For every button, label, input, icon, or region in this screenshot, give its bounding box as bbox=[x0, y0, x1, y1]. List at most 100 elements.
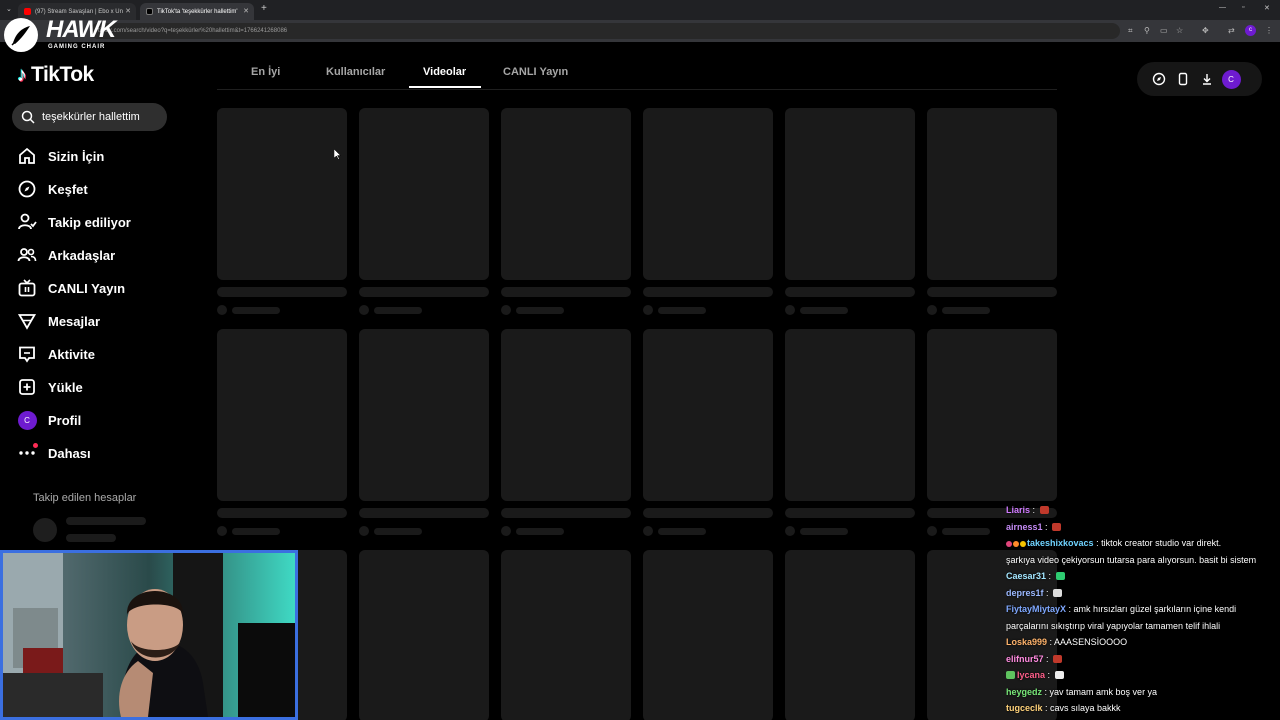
chat-username[interactable]: Loska999 bbox=[1006, 637, 1047, 647]
sidebar-item-activity[interactable]: Aktivite bbox=[16, 342, 206, 366]
chat-username[interactable]: FiytayMiytayX bbox=[1006, 604, 1066, 614]
chat-username[interactable]: heygedz bbox=[1006, 687, 1042, 697]
tiktok-icon bbox=[146, 8, 153, 15]
sidebar-item-for-you[interactable]: Sizin İçin bbox=[16, 144, 206, 168]
menu-icon[interactable]: ⋮ bbox=[1265, 26, 1273, 36]
author-avatar-skeleton bbox=[643, 526, 653, 536]
video-card-skeleton[interactable] bbox=[217, 108, 347, 280]
avatar: C bbox=[16, 409, 38, 431]
extensions-icon[interactable]: ✥ bbox=[1202, 26, 1209, 36]
tab-videos[interactable]: Videolar bbox=[423, 66, 466, 78]
close-tab-icon[interactable]: ✕ bbox=[243, 7, 249, 15]
cast-icon[interactable]: ▭ bbox=[1160, 26, 1168, 36]
sidebar-item-explore[interactable]: Keşfet bbox=[16, 177, 206, 201]
account-skeleton-avatar bbox=[33, 518, 57, 542]
video-card-skeleton[interactable] bbox=[643, 329, 773, 501]
chat-badge-icon bbox=[1020, 541, 1026, 547]
chat-username[interactable]: lycana bbox=[1017, 670, 1045, 680]
video-card-skeleton[interactable] bbox=[217, 329, 347, 501]
author-avatar-skeleton bbox=[643, 305, 653, 315]
video-card-skeleton[interactable] bbox=[501, 329, 631, 501]
video-card-skeleton[interactable] bbox=[501, 108, 631, 280]
sidebar-item-live[interactable]: CANLI Yayın bbox=[16, 276, 206, 300]
sidebar-item-label: Profil bbox=[48, 412, 82, 428]
following-accounts-header: Takip edilen hesaplar bbox=[33, 492, 137, 504]
minimize-icon[interactable]: — bbox=[1219, 4, 1226, 11]
sidebar-item-friends[interactable]: Arkadaşlar bbox=[16, 243, 206, 267]
video-title-skeleton bbox=[643, 508, 773, 518]
compass-icon[interactable] bbox=[1147, 67, 1171, 91]
sidebar-item-following[interactable]: Takip ediliyor bbox=[16, 210, 206, 234]
profile-avatar[interactable]: c bbox=[1245, 25, 1256, 36]
video-card-skeleton[interactable] bbox=[359, 329, 489, 501]
author-name-skeleton bbox=[374, 528, 422, 535]
video-card-skeleton[interactable] bbox=[359, 108, 489, 280]
video-title-skeleton bbox=[501, 508, 631, 518]
sidebar-item-upload[interactable]: Yükle bbox=[16, 375, 206, 399]
video-card-skeleton[interactable] bbox=[785, 550, 915, 720]
avatar[interactable]: C bbox=[1219, 67, 1243, 91]
messages-icon bbox=[16, 310, 38, 332]
chat-text: parçalarını sıkıştırıp viral yapıyolar t… bbox=[1006, 620, 1221, 631]
browser-toolbar: tiktok.com/search/video?q=teşekkürler%20… bbox=[0, 20, 1280, 42]
zoom-icon[interactable]: ⚲ bbox=[1144, 26, 1150, 36]
search-input[interactable]: teşekkürler hallettim bbox=[12, 103, 167, 131]
tab-users[interactable]: Kullanıcılar bbox=[326, 66, 385, 78]
chat-emote-icon bbox=[1052, 522, 1062, 531]
tiktok-wordmark: TikTok bbox=[31, 63, 94, 86]
maximize-icon[interactable]: ▫ bbox=[1242, 4, 1244, 11]
chat-username[interactable]: depres1f bbox=[1006, 588, 1044, 598]
chat-username[interactable]: tugceclk bbox=[1006, 703, 1043, 713]
phone-icon[interactable] bbox=[1171, 67, 1195, 91]
author-avatar-skeleton bbox=[217, 526, 227, 536]
chat-message: Loska999 : AAASENSİOOOO bbox=[1006, 634, 1280, 651]
browser-tab-tiktok[interactable]: TikTok'ta 'teşekkürler hallettim' ✕ bbox=[140, 3, 254, 20]
close-tab-icon[interactable]: ✕ bbox=[125, 7, 131, 15]
home-icon bbox=[16, 145, 38, 167]
chat-text: : cavs sılaya bakkk bbox=[1045, 703, 1121, 713]
sidebar-item-messages[interactable]: Mesajlar bbox=[16, 309, 206, 333]
author-avatar-skeleton bbox=[785, 526, 795, 536]
chat-username[interactable]: takeshixkovacs bbox=[1027, 538, 1094, 548]
author-avatar-skeleton bbox=[359, 305, 369, 315]
tab-live[interactable]: CANLI Yayın bbox=[503, 66, 568, 78]
chat-emote-icon bbox=[1053, 588, 1063, 597]
chat-username[interactable]: Liaris bbox=[1006, 505, 1030, 515]
stream-chat: Liaris : airness1 : takeshixkovacs : tik… bbox=[1006, 502, 1280, 720]
sidebar-item-profile[interactable]: C Profil bbox=[16, 408, 206, 432]
chat-username[interactable]: airness1 bbox=[1006, 522, 1043, 532]
video-title-skeleton bbox=[217, 287, 347, 297]
author-name-skeleton bbox=[658, 528, 706, 535]
sidebar-item-label: Mesajlar bbox=[48, 313, 101, 329]
author-avatar-skeleton bbox=[501, 305, 511, 315]
address-bar[interactable]: tiktok.com/search/video?q=teşekkürler%20… bbox=[90, 23, 1120, 39]
video-card-skeleton[interactable] bbox=[927, 108, 1057, 280]
video-title-skeleton bbox=[927, 287, 1057, 297]
video-card-skeleton[interactable] bbox=[643, 108, 773, 280]
bookmark-star-icon[interactable]: ☆ bbox=[1176, 26, 1183, 36]
chat-username[interactable]: Caesar31 bbox=[1006, 571, 1046, 581]
video-card-skeleton[interactable] bbox=[785, 329, 915, 501]
chat-username[interactable]: elifnur57 bbox=[1006, 654, 1044, 664]
author-name-skeleton bbox=[800, 307, 848, 314]
video-card-skeleton[interactable] bbox=[927, 329, 1057, 501]
video-card-skeleton[interactable] bbox=[785, 108, 915, 280]
extension-icon[interactable]: ⇄ bbox=[1228, 26, 1235, 36]
translate-icon[interactable]: ⌗ bbox=[1128, 26, 1133, 36]
tab-search-icon[interactable]: ⌄ bbox=[6, 5, 12, 13]
tab-top[interactable]: En İyi bbox=[251, 66, 280, 78]
new-tab-icon[interactable]: + bbox=[261, 3, 267, 14]
video-card-skeleton[interactable] bbox=[643, 550, 773, 720]
tiktok-logo[interactable]: ♪ TikTok bbox=[17, 62, 94, 88]
video-card-skeleton[interactable] bbox=[501, 550, 631, 720]
video-card-skeleton[interactable] bbox=[359, 550, 489, 720]
upload-icon bbox=[16, 376, 38, 398]
chat-separator: : bbox=[1045, 670, 1053, 680]
download-icon[interactable] bbox=[1195, 67, 1219, 91]
sidebar-item-more[interactable]: Dahası bbox=[16, 441, 206, 465]
close-window-icon[interactable]: ✕ bbox=[1264, 4, 1270, 12]
sidebar-item-label: Yükle bbox=[48, 379, 83, 395]
compass-icon bbox=[16, 178, 38, 200]
sidebar-item-label: Keşfet bbox=[48, 181, 88, 197]
video-title-skeleton bbox=[785, 508, 915, 518]
